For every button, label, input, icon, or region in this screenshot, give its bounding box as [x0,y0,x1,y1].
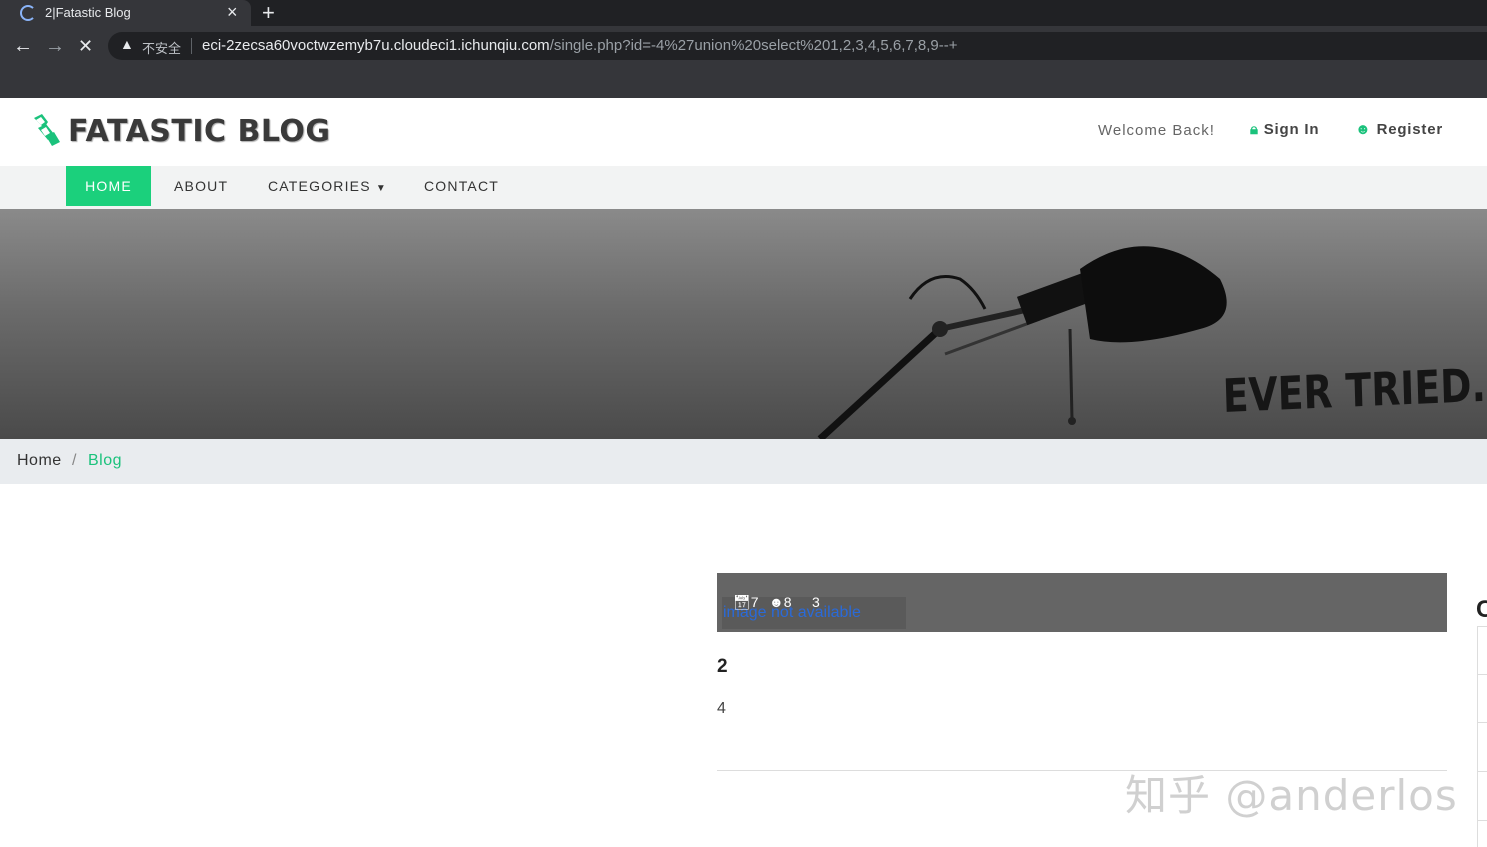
hero-banner: EVER TRIED. [0,209,1487,439]
insecure-label[interactable]: 不安全 [142,38,181,57]
sign-in-link[interactable]: 🔒︎ Sign In [1250,121,1319,138]
nav-home[interactable]: HOME [66,166,151,206]
caret-down-icon: ▼ [375,183,387,194]
site-logo-text[interactable]: FATASTIC BLOG [68,114,331,149]
breadcrumb-home[interactable]: Home [17,452,62,470]
sidebar-row-divider [1477,674,1487,675]
post-author-value: 8 [783,594,792,610]
back-arrow-icon[interactable]: ← [13,35,33,58]
post-author: ☻8 [769,594,792,610]
url-text[interactable]: eci-2zecsa60voctwzemyb7u.cloudeci1.ichun… [202,37,957,54]
forward-arrow-icon[interactable]: → [45,35,65,58]
nav-about[interactable]: ABOUT [174,166,228,206]
lock-icon: 🔒︎ [1250,121,1259,138]
sidebar-panel [1477,626,1487,847]
post-title[interactable]: 2 [717,656,728,678]
sidebar-row-divider [1477,722,1487,723]
post-date-value: 7 [750,594,759,610]
browser-tab-strip: 2|Fatastic Blog × + [0,0,1487,26]
sidebar-row-divider [1477,771,1487,772]
browser-tab[interactable]: 2|Fatastic Blog × [0,0,251,26]
browser-toolbar: ← → ✕ ▲ 不安全 eci-2zecsa60voctwzemyb7u.clo… [0,26,1487,98]
nav-categories[interactable]: CATEGORIES ▼ [268,166,387,206]
breadcrumb-separator: / [72,452,77,469]
site-header: FATASTIC BLOG Welcome Back! 🔒︎ Sign In ☻… [0,98,1487,166]
sidebar-heading: C [1476,596,1487,623]
sign-in-label: Sign In [1263,121,1320,138]
sidebar-row-divider [1477,626,1487,627]
register-label: Register [1376,121,1443,138]
nav-categories-label: CATEGORIES [268,178,371,194]
address-bar[interactable]: ▲ 不安全 eci-2zecsa60voctwzemyb7u.cloudeci1… [108,32,1487,60]
register-link[interactable]: ☻ Register [1355,121,1443,138]
stop-loading-icon[interactable]: ✕ [78,36,93,57]
loading-spinner-icon [20,5,36,21]
url-path: /single.php?id=-4%27union%20select%201,2… [549,37,958,54]
logo-icon[interactable] [32,114,62,146]
watermark: 知乎 @anderlos [1125,771,1458,820]
user-icon: ☻ [1355,121,1372,138]
sidebar-row-divider [1477,820,1487,821]
user-icon: ☻ [769,594,784,610]
omnibox-separator [191,38,192,54]
post-body: 4 [717,700,726,717]
breadcrumb: Home / Blog [0,439,1487,484]
post-date: 📅︎7 [733,594,759,611]
breadcrumb-current[interactable]: Blog [88,452,122,470]
tab-close-icon[interactable]: × [227,2,238,23]
nav-contact[interactable]: CONTACT [424,166,499,206]
hero-text: EVER TRIED. [1222,357,1487,423]
post-comments: 3 [812,594,820,610]
new-tab-button[interactable]: + [262,0,275,26]
tab-title: 2|Fatastic Blog [45,5,131,20]
post-image[interactable]: image not available 📅︎7 ☻8 3 [717,573,1447,632]
calendar-icon: 📅︎ [733,594,751,610]
welcome-text: Welcome Back! [1098,122,1215,139]
main-navbar: HOME ABOUT CATEGORIES ▼ CONTACT [0,166,1487,209]
url-host: eci-2zecsa60voctwzemyb7u.cloudeci1.ichun… [202,37,550,54]
warning-icon[interactable]: ▲ [120,36,134,52]
